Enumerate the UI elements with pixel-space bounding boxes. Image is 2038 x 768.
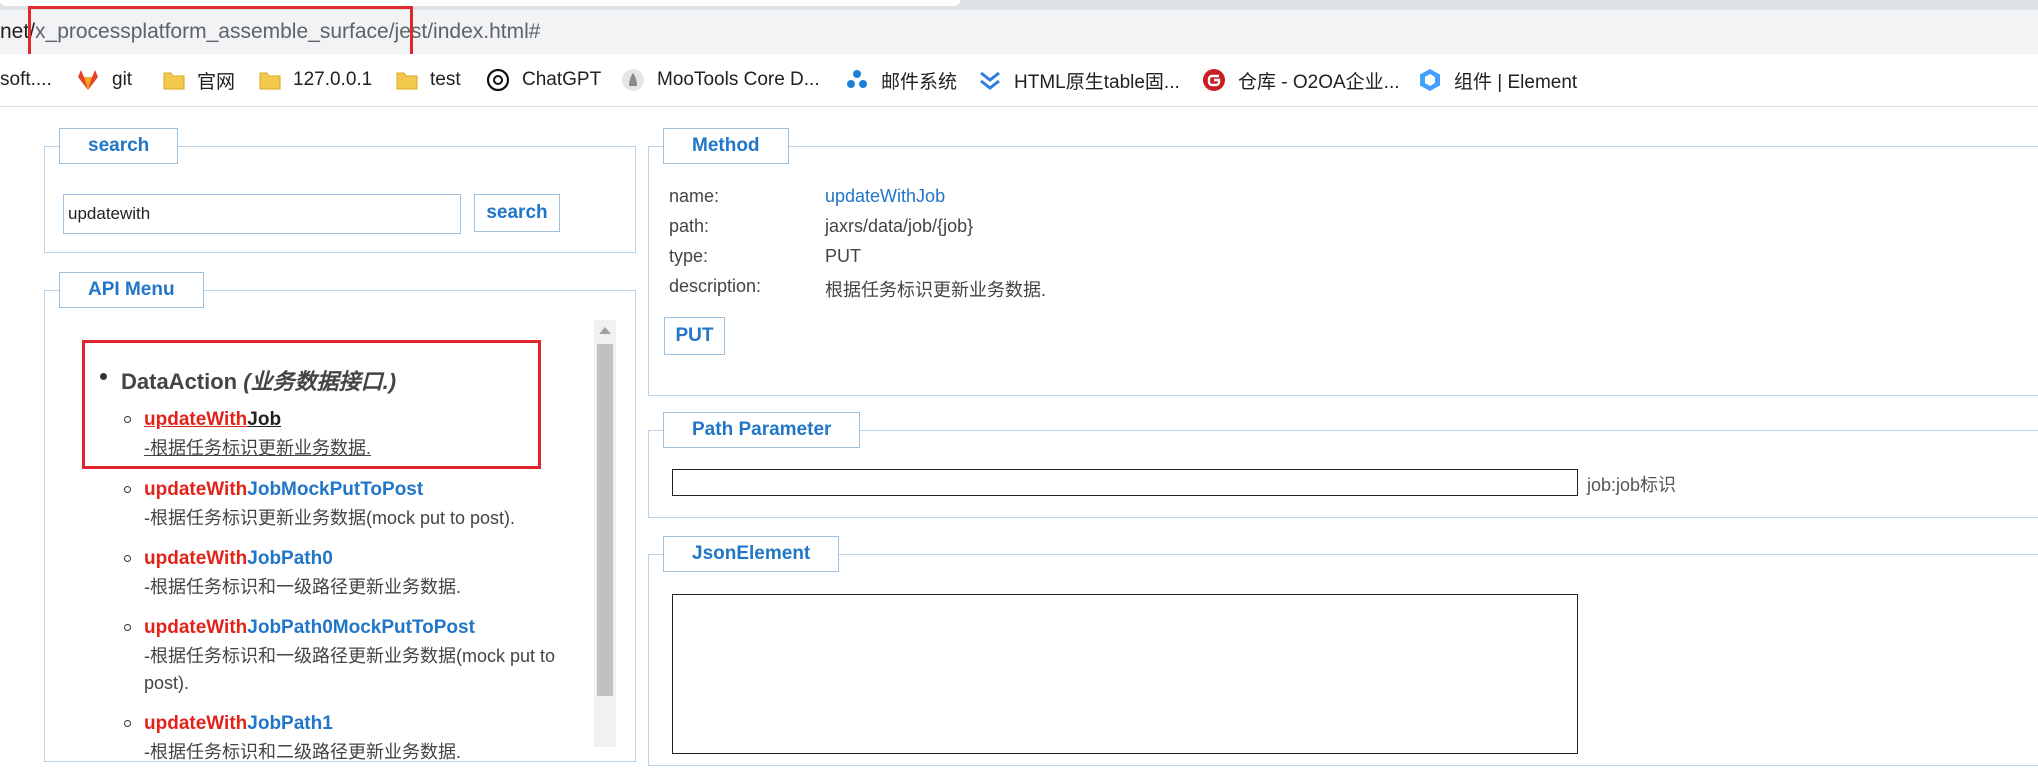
method-legend: Method (663, 128, 789, 164)
circle-bullet-icon (124, 555, 131, 562)
json-element-textarea[interactable] (672, 594, 1578, 754)
api-item-name-match: updateWith (144, 617, 248, 638)
path-parameter-legend: Path Parameter (663, 412, 861, 448)
bookmark-chatgpt[interactable]: ChatGPT (486, 66, 601, 94)
chevron-bookmark-icon (980, 71, 1000, 90)
gitlab-icon (78, 70, 98, 90)
api-item-updatewithjob[interactable]: updateWithJob -根据任务标识更新业务数据. (124, 408, 594, 464)
api-item-desc: -根据任务标识更新业务数据(mock put to post). (144, 508, 516, 528)
mail-system-icon (847, 70, 867, 88)
bookmark-label: ChatGPT (522, 69, 602, 90)
api-item-name-rest: JobMockPutToPost (247, 479, 424, 500)
method-name-value[interactable]: updateWithJob (825, 186, 945, 207)
api-menu-scroll-thumb[interactable] (597, 344, 613, 696)
api-item-desc: -根据任务标识和一级路径更新业务数据(mock put to post). (144, 646, 556, 693)
api-item-name[interactable]: updateWithJobPath1 (144, 712, 333, 736)
url-highlighted-segment: x_processplatform_assemble_surface/ (35, 20, 395, 43)
put-button[interactable]: PUT (664, 317, 725, 355)
bookmark-mootools[interactable]: MooTools Core D... (621, 66, 820, 94)
search-button[interactable]: search (474, 194, 560, 232)
api-item-name-rest: Job (247, 409, 282, 430)
browser-tab[interactable] (0, 0, 960, 6)
bookmark-label: HTML原生table固... (1014, 71, 1180, 93)
method-type-label: type: (669, 246, 709, 266)
bookmark-localhost[interactable]: 127.0.0.1 (259, 66, 372, 94)
api-item-updatewithjobpath0mockputtopost[interactable]: updateWithJobPath0MockPutToPost -根据任务标识和… (124, 616, 594, 696)
api-item-desc: -根据任务标识和二级路径更新业务数据. (144, 742, 461, 762)
json-element-legend: JsonElement (663, 536, 840, 572)
bookmark-label: 官网 (197, 71, 236, 93)
bookmark-html-table[interactable]: HTML原生table固... (978, 66, 1180, 94)
job-param-input[interactable] (672, 469, 1578, 496)
bookmark-label: test (430, 69, 461, 90)
search-panel: search (44, 128, 636, 253)
bookmarks-bar: soft.... git 官网 127.0.0.1 test ChatGPT M… (0, 54, 2038, 107)
scroll-up-arrow-icon[interactable] (599, 327, 611, 334)
method-path-value: jaxrs/data/job/{job} (825, 216, 974, 236)
method-type-value: PUT (825, 246, 861, 266)
folder-icon (259, 72, 281, 90)
mootools-icon (622, 69, 644, 91)
api-menu-legend: API Menu (59, 272, 204, 308)
browser-tab-strip (0, 0, 2038, 10)
api-item-name-match: updateWith (144, 479, 248, 500)
path-parameter-panel: Path Parameter (648, 412, 2038, 518)
api-item-name-match: updateWith (144, 548, 248, 569)
api-group-desc: (业务数据接口.) (243, 369, 397, 394)
bookmark-label: 组件 | Element (1454, 71, 1578, 93)
circle-bullet-icon (124, 624, 131, 631)
api-item-name[interactable]: updateWithJobMockPutToPost (144, 478, 423, 502)
bookmark-git[interactable]: git (76, 66, 132, 94)
method-path-label: path: (669, 216, 710, 236)
bullet-icon (100, 373, 107, 380)
circle-bullet-icon (124, 486, 131, 493)
api-item-name-rest: JobPath1 (247, 713, 333, 734)
api-item-updatewithjobpath0[interactable]: updateWithJobPath0 -根据任务标识和一级路径更新业务数据. (124, 547, 594, 603)
search-legend: search (59, 128, 179, 164)
folder-icon (163, 72, 185, 90)
address-url[interactable]: net/x_processplatform_assemble_surface/j… (0, 10, 540, 54)
api-item-name[interactable]: updateWithJob (144, 408, 281, 432)
bookmark-guanwang[interactable]: 官网 (163, 66, 235, 94)
bookmark-label: 仓库 - O2OA企业... (1238, 71, 1400, 93)
folder-icon (396, 72, 418, 90)
bookmark-soft[interactable]: soft.... (0, 66, 52, 94)
job-param-label: job:job标识 (1587, 475, 1677, 495)
method-description-label: description: (669, 276, 762, 296)
bookmark-label: git (112, 69, 133, 90)
api-item-name[interactable]: updateWithJobPath0MockPutToPost (144, 616, 475, 640)
address-bar[interactable]: net/x_processplatform_assemble_surface/j… (0, 10, 2038, 54)
chatgpt-icon (486, 68, 510, 92)
bookmark-label: MooTools Core D... (657, 69, 820, 90)
url-prefix: net/ (0, 20, 36, 43)
circle-bullet-icon (124, 416, 131, 423)
bookmark-element[interactable]: 组件 | Element (1418, 66, 1577, 94)
bookmark-label: 邮件系统 (881, 71, 958, 93)
api-item-desc: -根据任务标识更新业务数据. (144, 438, 371, 458)
api-group-title[interactable]: DataAction (业务数据接口.) (121, 364, 396, 396)
api-item-updatewithjobmockputtopost[interactable]: updateWithJobMockPutToPost -根据任务标识更新业务数据… (124, 478, 594, 534)
api-item-name[interactable]: updateWithJobPath0 (144, 547, 333, 571)
api-item-name-rest: JobPath0MockPutToPost (247, 617, 475, 638)
bookmark-label: 127.0.0.1 (293, 69, 373, 90)
circle-bullet-icon (124, 720, 131, 727)
bookmark-gitee[interactable]: 仓库 - O2OA企业... (1202, 66, 1400, 94)
bookmark-mail[interactable]: 邮件系统 (845, 66, 957, 94)
search-input[interactable] (63, 194, 461, 234)
element-icon (1420, 69, 1440, 91)
api-item-updatewithjobpath1[interactable]: updateWithJobPath1 -根据任务标识和二级路径更新业务数据. (124, 712, 594, 768)
gitee-icon (1203, 69, 1225, 91)
method-name-label: name: (669, 186, 720, 206)
api-group-name: DataAction (121, 369, 238, 394)
api-item-name-rest: JobPath0 (247, 548, 333, 569)
api-item-name-match: updateWith (144, 409, 248, 430)
api-item-name-match: updateWith (144, 713, 248, 734)
url-suffix: jest/index.html# (394, 20, 541, 43)
api-item-desc: -根据任务标识和一级路径更新业务数据. (144, 577, 461, 597)
bookmark-test[interactable]: test (396, 66, 461, 94)
method-description-value: 根据任务标识更新业务数据. (825, 280, 1046, 300)
bookmark-label: soft.... (0, 69, 52, 90)
